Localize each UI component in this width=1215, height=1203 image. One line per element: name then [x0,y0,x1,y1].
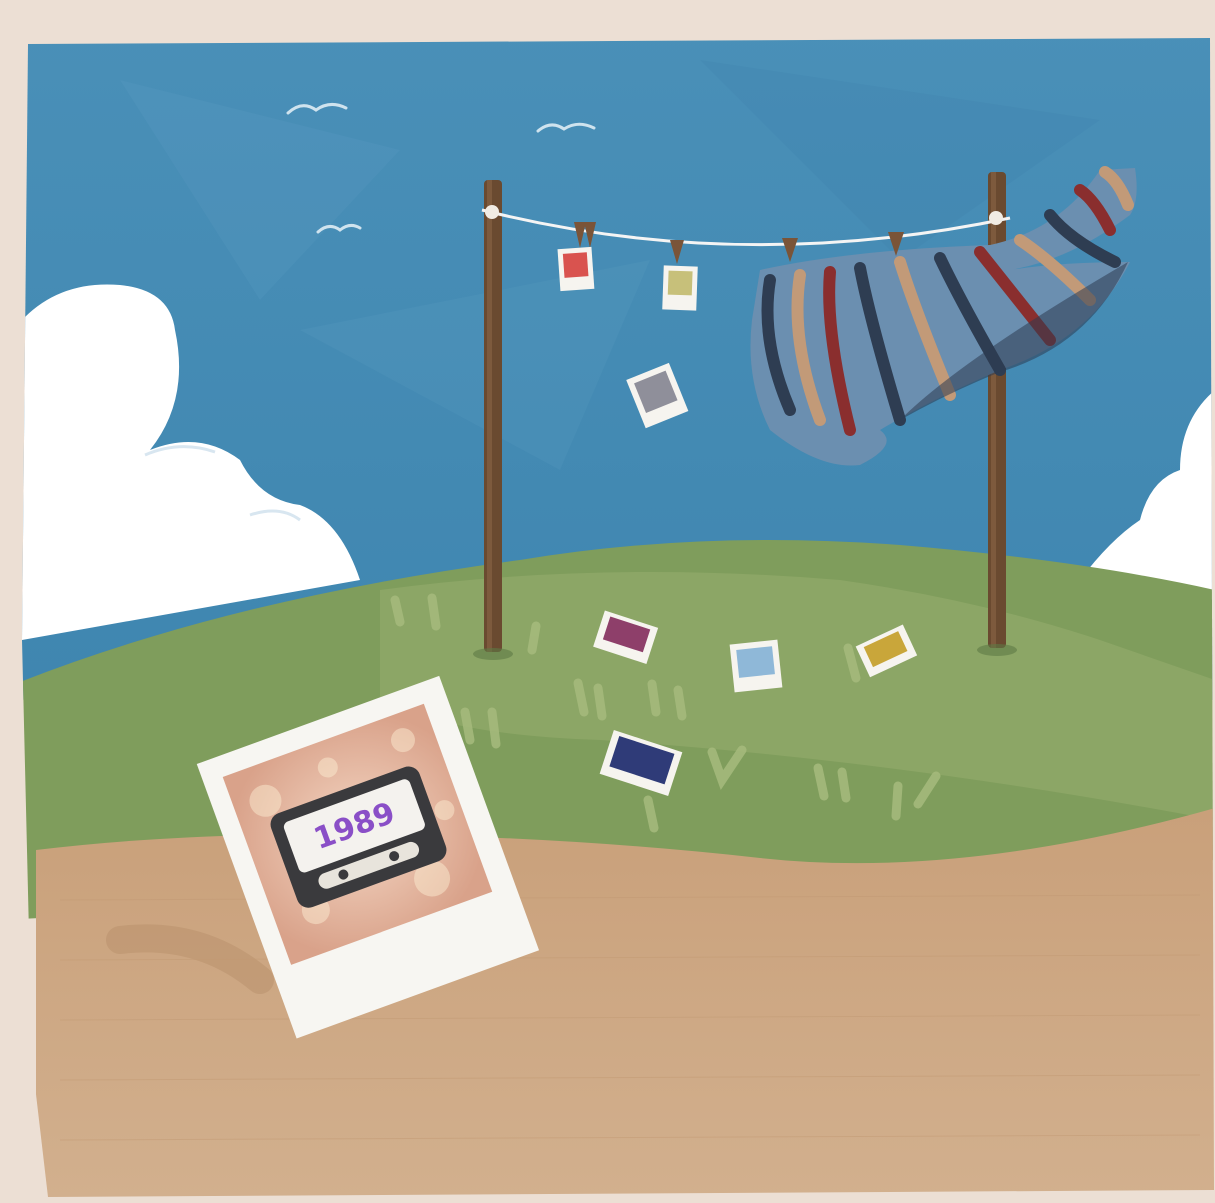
polaroid-grass-2 [729,639,783,693]
polaroid-hanging-1 [557,246,595,292]
illustration: 1989 [0,0,1215,1203]
polaroid-hanging-2 [662,265,698,311]
ground [36,808,1214,1197]
